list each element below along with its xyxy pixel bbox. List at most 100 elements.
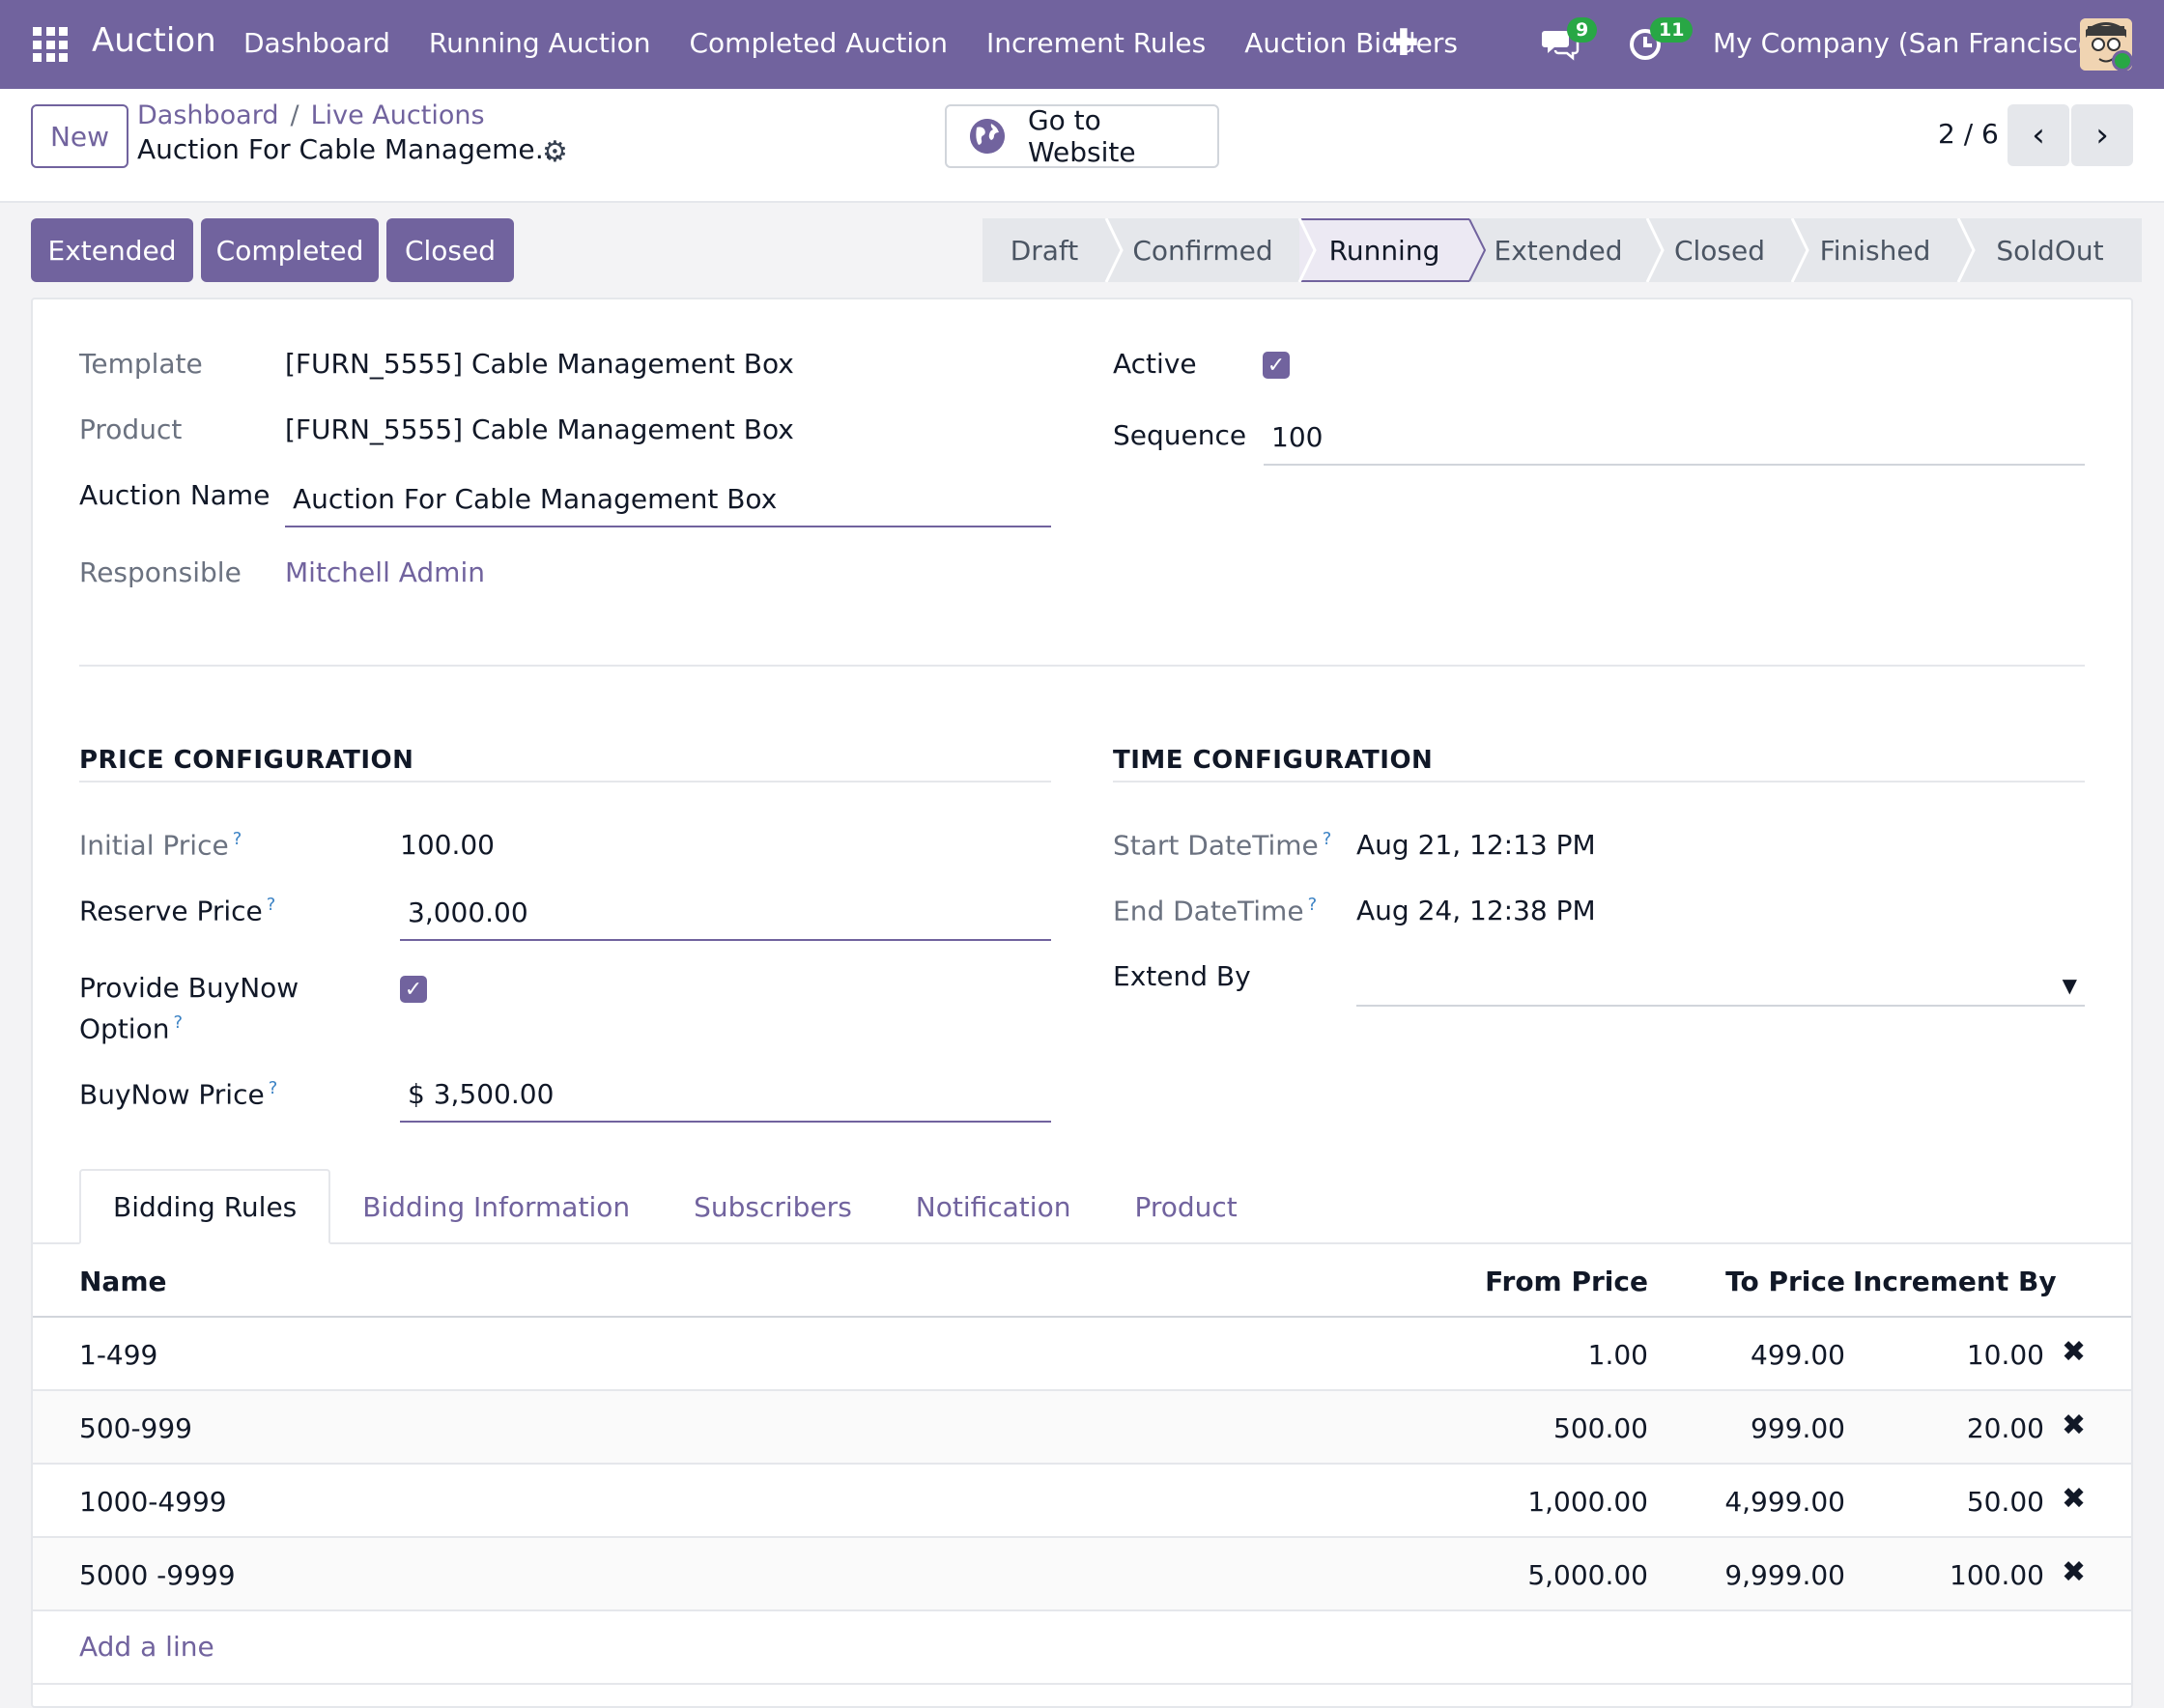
breadcrumb-dashboard[interactable]: Dashboard: [137, 100, 278, 130]
gear-icon[interactable]: ⚙: [542, 135, 568, 169]
menu-dashboard[interactable]: Dashboard: [243, 27, 390, 59]
responsible-label: Responsible: [79, 556, 242, 588]
time-config-title: TIME CONFIGURATION: [1113, 746, 1434, 775]
row-from-price: 1.00: [1587, 1339, 1648, 1371]
table-header: Name From Price To Price Increment By: [33, 1244, 2131, 1318]
breadcrumb-live-auctions[interactable]: Live Auctions: [311, 100, 485, 130]
table-row[interactable]: 1-499 1.00 499.00 10.00 ✖: [33, 1318, 2131, 1391]
go-to-website-button[interactable]: Go to Website: [945, 104, 1219, 168]
bidding-rules-table: Name From Price To Price Increment By 1-…: [33, 1244, 2131, 1611]
form-divider: [79, 665, 2085, 667]
notebook-tabs: Bidding Rules Bidding Information Subscr…: [79, 1169, 1269, 1244]
delete-row-icon[interactable]: ✖: [2062, 1555, 2086, 1589]
help-icon[interactable]: ?: [233, 829, 242, 849]
help-icon[interactable]: ?: [1323, 829, 1332, 849]
auction-name-label: Auction Name: [79, 479, 270, 511]
help-icon[interactable]: ?: [269, 1078, 278, 1098]
template-value[interactable]: [FURN_5555] Cable Management Box: [285, 348, 794, 380]
menu-running-auction[interactable]: Running Auction: [429, 27, 651, 59]
main-menu: Dashboard Running Auction Completed Auct…: [243, 27, 1496, 59]
start-datetime-value: Aug 21, 12:13 PM: [1356, 829, 1596, 861]
row-to-price: 499.00: [1751, 1339, 1845, 1371]
delete-row-icon[interactable]: ✖: [2062, 1482, 2086, 1516]
row-to-price: 999.00: [1751, 1412, 1845, 1444]
chevron-right-icon: ›: [2095, 116, 2109, 155]
app-grid-icon[interactable]: [33, 27, 68, 62]
new-button[interactable]: New: [31, 104, 128, 168]
menu-increment-rules[interactable]: Increment Rules: [986, 27, 1206, 59]
reserve-price-label: Reserve Price?: [79, 895, 276, 927]
active-label: Active: [1113, 348, 1197, 380]
menu-auction-bidders[interactable]: Auction Bidders: [1244, 27, 1458, 59]
go-to-website-label: Go to Website: [1027, 104, 1136, 168]
help-icon[interactable]: ?: [173, 1012, 183, 1033]
initial-price-label: Initial Price?: [79, 829, 242, 862]
menu-completed-auction[interactable]: Completed Auction: [690, 27, 949, 59]
app-brand[interactable]: Auction: [92, 21, 216, 60]
time-config-underline: [1113, 781, 2085, 783]
buynow-option-checkbox[interactable]: ✓: [400, 976, 427, 1003]
status-bar-arrows: [1104, 218, 1976, 282]
extend-by-select[interactable]: ▼: [1356, 962, 2085, 1007]
row-from-price: 5,000.00: [1527, 1559, 1648, 1591]
col-to-price-header[interactable]: To Price: [1656, 1266, 1845, 1297]
company-switcher[interactable]: My Company (San Francisco): [1713, 27, 2105, 59]
top-navbar: Auction Dashboard Running Auction Comple…: [0, 0, 2164, 89]
caret-down-icon: ▼: [2062, 974, 2077, 997]
control-panel: New Dashboard / Live Auctions Auction For …: [0, 89, 2164, 203]
tab-notification[interactable]: Notification: [884, 1169, 1103, 1244]
buynow-option-label-line2: Option?: [79, 1012, 184, 1045]
tab-bidding-rules[interactable]: Bidding Rules: [79, 1169, 331, 1244]
delete-row-icon[interactable]: ✖: [2062, 1409, 2086, 1442]
price-config-underline: [79, 781, 1051, 783]
row-to-price: 4,999.00: [1724, 1486, 1845, 1518]
breadcrumb: Dashboard / Live Auctions: [137, 100, 485, 130]
end-datetime-label: End DateTime?: [1113, 895, 1318, 927]
activities-badge: 11: [1650, 17, 1694, 43]
online-status-dot: [2112, 50, 2133, 71]
start-datetime-label: Start DateTime?: [1113, 829, 1332, 862]
row-name: 1000-4999: [79, 1486, 227, 1518]
row-from-price: 500.00: [1553, 1412, 1648, 1444]
row-increment: 100.00: [1950, 1559, 2044, 1591]
sequence-input[interactable]: 100: [1264, 421, 2085, 466]
pager-previous-button[interactable]: ‹: [2007, 104, 2069, 166]
row-name: 5000 -9999: [79, 1559, 236, 1591]
row-to-price: 9,999.00: [1724, 1559, 1845, 1591]
col-name-header[interactable]: Name: [79, 1266, 167, 1297]
reserve-price-input[interactable]: 3,000.00: [400, 897, 1051, 941]
pager-next-button[interactable]: ›: [2071, 104, 2133, 166]
col-from-price-header[interactable]: From Price: [1424, 1266, 1648, 1297]
plus-icon[interactable]: ✚: [1388, 21, 1419, 64]
buynow-option-label: Provide BuyNow: [79, 972, 299, 1004]
table-row[interactable]: 5000 -9999 5,000.00 9,999.00 100.00 ✖: [33, 1538, 2131, 1611]
responsible-value[interactable]: Mitchell Admin: [285, 556, 485, 588]
add-line-link[interactable]: Add a line: [79, 1631, 214, 1663]
auction-name-input[interactable]: Auction For Cable Management Box: [285, 483, 1051, 527]
product-value[interactable]: [FURN_5555] Cable Management Box: [285, 413, 794, 445]
messages-badge: 9: [1567, 17, 1598, 43]
closed-action-button[interactable]: Closed: [386, 218, 514, 282]
active-checkbox[interactable]: ✓: [1263, 352, 1290, 379]
tab-bidding-information[interactable]: Bidding Information: [330, 1169, 662, 1244]
price-config-title: PRICE CONFIGURATION: [79, 746, 414, 775]
extended-action-button[interactable]: Extended: [31, 218, 193, 282]
table-row[interactable]: 500-999 500.00 999.00 20.00 ✖: [33, 1391, 2131, 1465]
globe-icon: [970, 119, 1005, 154]
help-icon[interactable]: ?: [1308, 895, 1318, 915]
row-increment: 20.00: [1966, 1412, 2044, 1444]
help-icon[interactable]: ?: [267, 895, 276, 915]
chevron-left-icon: ‹: [2032, 116, 2045, 155]
completed-action-button[interactable]: Completed: [201, 218, 379, 282]
pager-counter[interactable]: 2 / 6: [1938, 118, 1999, 150]
tab-subscribers[interactable]: Subscribers: [662, 1169, 884, 1244]
row-increment: 50.00: [1966, 1486, 2044, 1518]
breadcrumb-separator: /: [290, 100, 299, 130]
delete-row-icon[interactable]: ✖: [2062, 1335, 2086, 1369]
buynow-price-input[interactable]: $ 3,500.00: [400, 1078, 1051, 1123]
row-from-price: 1,000.00: [1527, 1486, 1648, 1518]
table-row[interactable]: 1000-4999 1,000.00 4,999.00 50.00 ✖: [33, 1465, 2131, 1538]
sequence-label: Sequence: [1113, 419, 1247, 451]
tab-product[interactable]: Product: [1102, 1169, 1268, 1244]
col-increment-header[interactable]: Increment By: [1853, 1266, 2057, 1297]
